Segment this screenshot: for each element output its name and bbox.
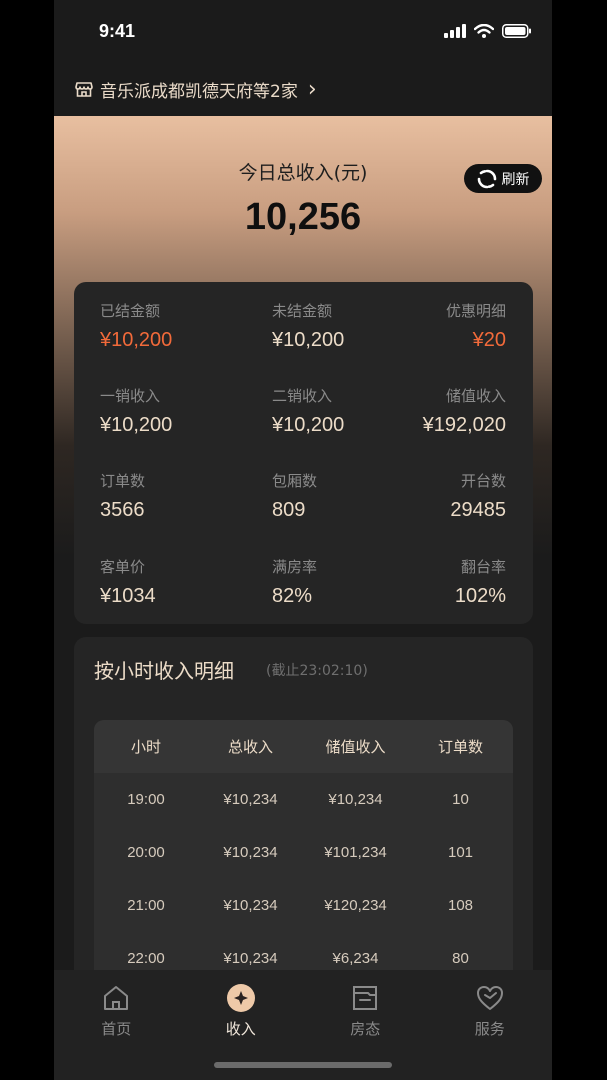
refresh-icon bbox=[477, 169, 496, 188]
stat-turnover-rate: 翻台率 102% bbox=[454, 558, 506, 607]
stat-stored-value-income: 储值收入 ¥192,020 bbox=[422, 387, 506, 436]
cell-hour: 22:00 bbox=[127, 950, 165, 967]
stat-table-open-count: 开台数 29485 bbox=[450, 472, 506, 521]
column-header-orders: 订单数 bbox=[437, 738, 483, 756]
cell-orders: 80 bbox=[452, 950, 469, 967]
cell-total: ¥10,234 bbox=[223, 791, 278, 808]
status-bar: 9:41 bbox=[54, 0, 552, 62]
cell-orders: 101 bbox=[447, 844, 474, 861]
store-name: 音乐派成都凯德天府等2家 bbox=[100, 81, 298, 102]
status-icons bbox=[444, 24, 532, 38]
stat-avg-ticket: 客单价 ¥1034 bbox=[100, 558, 156, 607]
stat-order-count: 订单数 3566 bbox=[100, 472, 146, 521]
cell-hour: 21:00 bbox=[127, 897, 165, 914]
refresh-label: 刷新 bbox=[501, 171, 530, 188]
cell-stored: ¥6,234 bbox=[332, 950, 379, 967]
table-row: 19:00 ¥10,234 ¥10,234 10 bbox=[94, 773, 513, 826]
tab-home-label: 首页 bbox=[101, 1020, 132, 1038]
cell-stored: ¥101,234 bbox=[324, 844, 387, 861]
home-icon bbox=[100, 982, 132, 1014]
service-heart-icon bbox=[474, 982, 506, 1014]
cell-total: ¥10,234 bbox=[223, 897, 278, 914]
phone-screen: 9:41 音乐派成都凯德天府等2家 › 今日总收入(元) 10,256 刷新 已… bbox=[54, 0, 552, 1080]
tab-home[interactable]: 首页 bbox=[54, 982, 179, 1080]
income-icon bbox=[225, 982, 257, 1014]
tab-income-label: 收入 bbox=[225, 1020, 256, 1038]
column-header-hour: 小时 bbox=[130, 738, 161, 756]
cell-total: ¥10,234 bbox=[223, 844, 278, 861]
hourly-cutoff-time: (截止23:02:10) bbox=[266, 663, 368, 679]
store-selector[interactable]: 音乐派成都凯德天府等2家 › bbox=[54, 62, 552, 116]
hourly-title: 按小时收入明细 bbox=[94, 659, 234, 683]
store-icon bbox=[75, 82, 93, 97]
home-indicator bbox=[214, 1062, 392, 1068]
stat-first-sale-income: 一销收入 ¥10,200 bbox=[100, 387, 173, 436]
column-header-total: 总收入 bbox=[227, 738, 273, 756]
tab-service[interactable]: 服务 bbox=[428, 982, 553, 1080]
tab-room-status-label: 房态 bbox=[350, 1020, 381, 1038]
wifi-icon bbox=[474, 24, 494, 38]
stats-card: 已结金额 ¥10,200 未结金额 ¥10,200 优惠明细 ¥20 一销收入 … bbox=[74, 282, 533, 624]
cell-orders: 10 bbox=[452, 791, 469, 808]
cell-stored: ¥10,234 bbox=[328, 791, 383, 808]
room-status-icon bbox=[349, 982, 381, 1014]
tab-service-label: 服务 bbox=[474, 1020, 505, 1038]
cell-hour: 19:00 bbox=[127, 791, 165, 808]
stat-settled-amount: 已结金额 ¥10,200 bbox=[100, 302, 173, 351]
column-header-stored: 储值收入 bbox=[325, 738, 386, 756]
stat-discount-detail[interactable]: 优惠明细 ¥20 bbox=[356, 301, 506, 353]
table-header: 小时 总收入 储值收入 订单数 bbox=[94, 720, 513, 773]
cellular-signal-icon bbox=[444, 24, 466, 38]
cell-total: ¥10,234 bbox=[223, 950, 278, 967]
table-row: 21:00 ¥10,234 ¥120,234 108 bbox=[94, 879, 513, 932]
cell-hour: 20:00 bbox=[127, 844, 165, 861]
cell-orders: 108 bbox=[447, 897, 474, 914]
refresh-button[interactable]: 刷新 bbox=[464, 164, 542, 193]
total-income-value: 10,256 bbox=[244, 196, 362, 238]
table-row: 20:00 ¥10,234 ¥101,234 101 bbox=[94, 826, 513, 879]
cell-stored: ¥120,234 bbox=[324, 897, 387, 914]
battery-icon bbox=[502, 24, 531, 38]
chevron-right-icon: › bbox=[307, 76, 317, 102]
status-time: 9:41 bbox=[99, 20, 136, 41]
